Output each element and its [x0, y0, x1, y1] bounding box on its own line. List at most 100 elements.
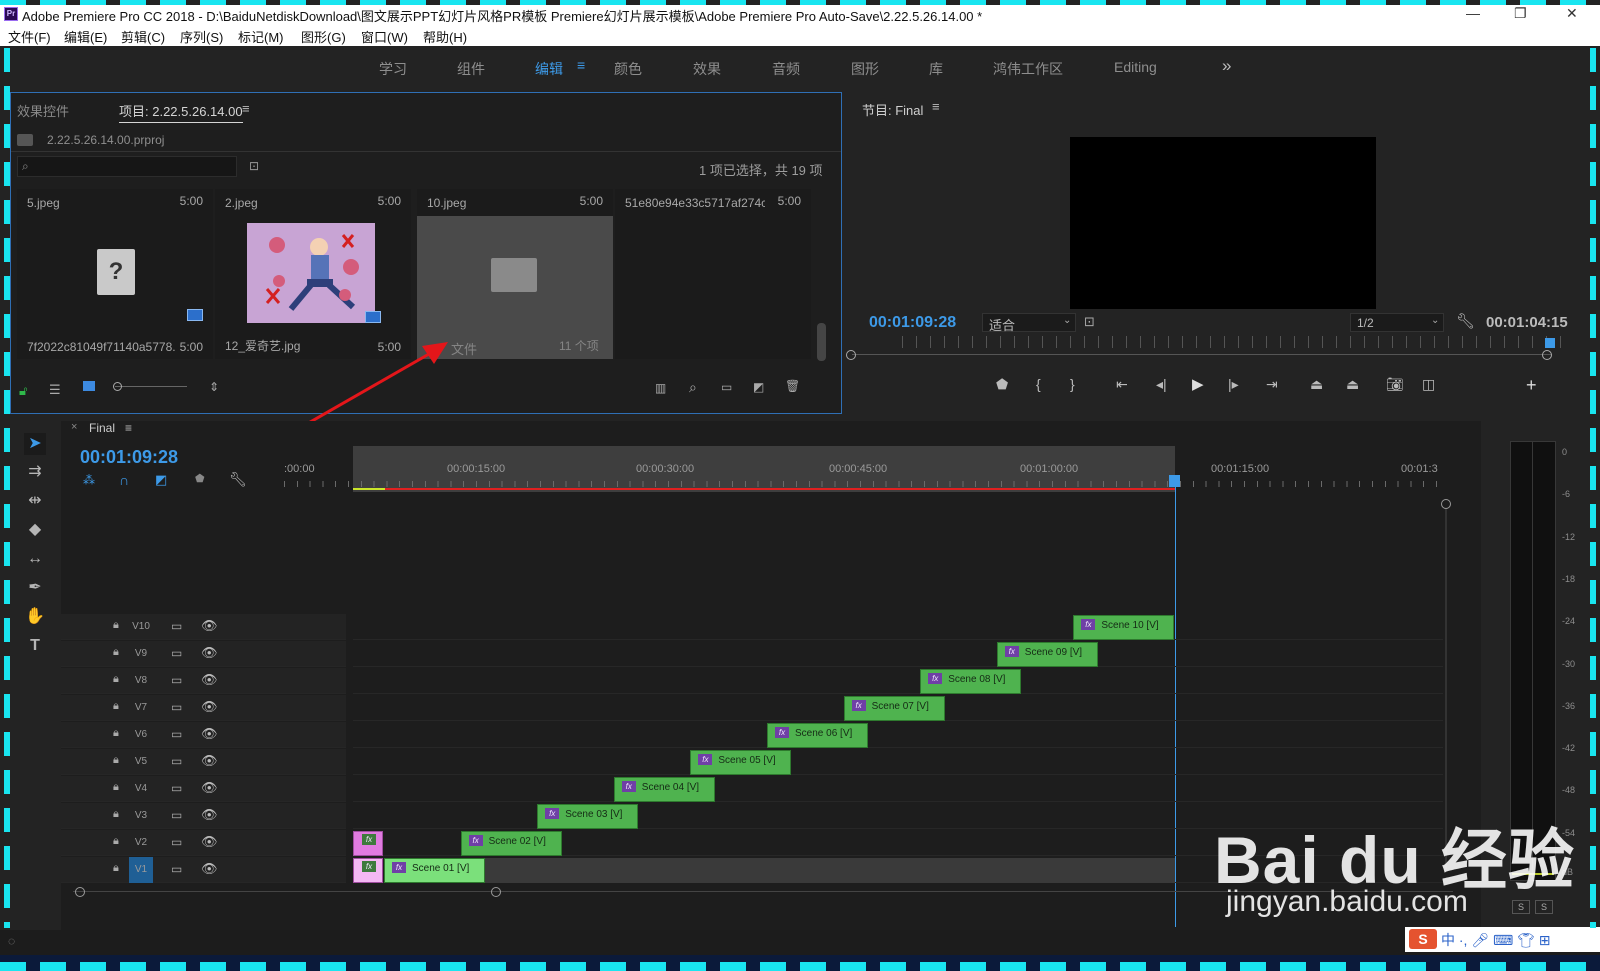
eye-icon[interactable]: 👁︎ — [201, 699, 218, 715]
snap-icon[interactable]: ∩ — [119, 472, 129, 488]
track-lock-icon[interactable]: 🔒︎ — [113, 835, 119, 848]
track-row-v10[interactable] — [353, 614, 1443, 640]
track-row-v6[interactable] — [353, 722, 1443, 748]
timeline-clip[interactable]: fx Scene 01 [V] — [384, 858, 485, 883]
tab-effect-controls[interactable]: 效果控件 — [17, 101, 69, 120]
toggle-sync-lock-icon[interactable]: ▭ — [171, 646, 182, 660]
menu-file[interactable]: 文件(F) — [8, 27, 51, 46]
toggle-sync-lock-icon[interactable]: ▭ — [171, 700, 182, 714]
track-label[interactable]: V3 — [129, 803, 153, 829]
track-header-v9[interactable]: 🔒︎ V9 ▭ 👁︎ — [61, 641, 346, 667]
track-lock-icon[interactable]: 🔒︎ — [113, 700, 119, 713]
go-to-out-icon[interactable]: ⇥ — [1266, 376, 1278, 393]
track-header-v1[interactable]: 🔒︎ V1 ▭ 👁︎ — [61, 857, 346, 883]
zoom-slider-handle[interactable] — [113, 382, 122, 391]
lift-icon[interactable]: ⏏︎ — [1310, 376, 1323, 393]
track-lock-icon[interactable]: 🔒︎ — [113, 673, 119, 686]
menu-marker[interactable]: 标记(M) — [238, 27, 284, 46]
track-label[interactable]: V9 — [129, 641, 153, 667]
toggle-sync-lock-icon[interactable]: ▭ — [171, 754, 182, 768]
track-label[interactable]: V2 — [129, 830, 153, 856]
timeline-clip[interactable]: fx Scene 10 [V] — [1073, 615, 1175, 640]
v-scroll-top-handle[interactable] — [1441, 499, 1451, 509]
pen-tool-icon[interactable]: ✒ — [24, 577, 46, 599]
track-header-v4[interactable]: 🔒︎ V4 ▭ 👁︎ — [61, 776, 346, 802]
sequence-menu-icon[interactable]: ≡ — [125, 421, 132, 435]
time-ruler[interactable]: :00:00 00:00:15:00 00:00:30:00 00:00:45:… — [284, 446, 1443, 492]
track-label[interactable]: V7 — [129, 695, 153, 721]
eye-icon[interactable]: 👁︎ — [201, 672, 218, 688]
workspace-effects[interactable]: 效果 — [693, 59, 721, 79]
add-marker-icon[interactable]: ⬟ — [996, 376, 1008, 393]
nest-icon[interactable]: ⁂ — [83, 473, 95, 487]
playhead-marker[interactable] — [1545, 338, 1555, 348]
play-icon[interactable]: ▶ — [1192, 375, 1204, 393]
toggle-sync-lock-icon[interactable]: ▭ — [171, 619, 182, 633]
media-item-51e80[interactable]: 51e80e94e33c5717af274c... 5:00 — [615, 189, 811, 359]
find-icon[interactable]: ⌕ — [689, 379, 697, 396]
track-label[interactable]: V8 — [129, 668, 153, 694]
ripple-edit-tool-icon[interactable]: ⇹ — [24, 490, 46, 512]
toggle-sync-lock-icon[interactable]: ▭ — [171, 862, 182, 876]
zoom-handle-left[interactable] — [846, 350, 856, 360]
sequence-tab[interactable]: Final — [89, 421, 115, 435]
ime-status-icons[interactable]: 中 ·, 🎤︎ ⌨︎ 👕︎ ⊞ — [1441, 930, 1550, 950]
adjustment-clip[interactable]: fx — [353, 858, 383, 883]
track-header-v5[interactable]: 🔒︎ V5 ▭ 👁︎ — [61, 749, 346, 775]
fit-select[interactable]: 适合 ⌄ — [982, 313, 1076, 333]
button-editor-icon[interactable]: + — [1526, 375, 1537, 396]
track-row-v8[interactable] — [353, 668, 1443, 694]
new-bin-icon[interactable]: ▭ — [721, 380, 732, 394]
track-lock-icon[interactable]: 🔒︎ — [113, 754, 119, 767]
selection-tool-icon[interactable]: ➤ — [24, 433, 46, 455]
eye-icon[interactable]: 👁︎ — [201, 807, 218, 823]
workspace-editing-active[interactable]: 编辑 — [535, 59, 563, 79]
type-tool-icon[interactable]: T — [24, 635, 46, 657]
toggle-sync-lock-icon[interactable]: ▭ — [171, 808, 182, 822]
icon-view-icon[interactable] — [83, 381, 95, 391]
eye-icon[interactable]: 👁︎ — [201, 861, 218, 877]
workspace-menu-icon[interactable]: ≡ — [577, 57, 585, 73]
more-workspaces-icon[interactable]: » — [1222, 56, 1231, 76]
playhead-handle[interactable] — [1169, 475, 1180, 487]
track-row-v5[interactable] — [353, 749, 1443, 775]
toggle-sync-lock-icon[interactable]: ▭ — [171, 781, 182, 795]
step-forward-icon[interactable]: |▸ — [1228, 376, 1239, 393]
lock-icon[interactable]: 🔓︎ — [19, 383, 27, 399]
toggle-sync-lock-icon[interactable]: ▭ — [171, 835, 182, 849]
menu-sequence[interactable]: 序列(S) — [180, 27, 223, 46]
track-select-tool-icon[interactable]: ⇉ — [24, 461, 46, 483]
track-header-v8[interactable]: 🔒︎ V8 ▭ 👁︎ — [61, 668, 346, 694]
playhead-timecode[interactable]: 00:01:09:28 — [869, 314, 956, 332]
mark-out-icon[interactable]: } — [1070, 376, 1075, 392]
eye-icon[interactable]: 👁︎ — [201, 834, 218, 850]
track-lock-icon[interactable]: 🔒︎ — [113, 727, 119, 740]
resolution-select[interactable]: 1/2 ⌄ — [1350, 313, 1444, 332]
close-sequence-icon[interactable]: × — [71, 421, 77, 433]
menu-graphics[interactable]: 图形(G) — [301, 27, 346, 46]
track-header-v10[interactable]: 🔒︎ V10 ▭ 👁︎ — [61, 614, 346, 640]
track-label[interactable]: V1 — [129, 857, 153, 883]
trash-icon[interactable]: 🗑︎ — [785, 379, 800, 393]
eye-icon[interactable]: 👁︎ — [201, 618, 218, 634]
workspace-color[interactable]: 颜色 — [614, 59, 642, 79]
timeline-clip[interactable]: fx Scene 08 [V] — [920, 669, 1022, 694]
timeline-clip[interactable]: fx Scene 05 [V] — [690, 750, 792, 775]
workspace-learn[interactable]: 学习 — [379, 59, 407, 79]
video-preview[interactable] — [1070, 137, 1376, 309]
track-row-v9[interactable] — [353, 641, 1443, 667]
eye-icon[interactable]: 👁︎ — [201, 753, 218, 769]
ime-logo-icon[interactable]: S — [1409, 929, 1437, 949]
menu-help[interactable]: 帮助(H) — [423, 27, 467, 46]
mark-in-icon[interactable]: { — [1036, 376, 1041, 392]
menu-clip[interactable]: 剪辑(C) — [121, 27, 165, 46]
monitor-menu-icon[interactable]: ≡ — [932, 99, 940, 114]
search-input[interactable]: ⌕ — [17, 156, 237, 177]
mini-timeline-ruler[interactable] — [902, 336, 1562, 348]
zoom-handle-right[interactable] — [491, 887, 501, 897]
hand-tool-icon[interactable]: ✋ — [24, 606, 46, 628]
panel-menu-icon[interactable]: ≡ — [242, 101, 250, 116]
track-header-v6[interactable]: 🔒︎ V6 ▭ 👁︎ — [61, 722, 346, 748]
zoom-handle-left[interactable] — [75, 887, 85, 897]
marker-settings-icon[interactable]: ⊡ — [1084, 314, 1095, 330]
